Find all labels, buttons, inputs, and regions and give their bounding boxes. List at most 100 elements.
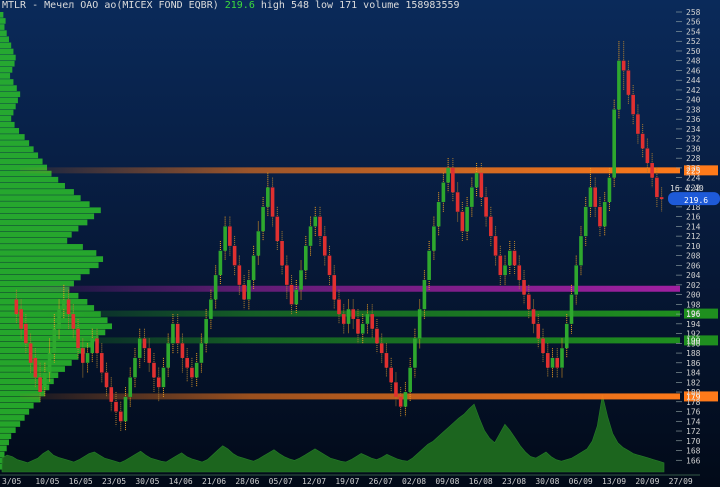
volume-profile-bar [0, 176, 59, 183]
candle-body [242, 284, 246, 300]
volume-profile-bar [0, 12, 4, 18]
candle-body [655, 177, 659, 198]
y-tick-label: 178 [686, 398, 701, 407]
volume-profile-bar [0, 182, 65, 189]
candle-body [294, 289, 299, 305]
volume-area [1, 394, 665, 473]
candle-body [194, 362, 199, 378]
y-tick-label: 194 [686, 320, 701, 329]
y-tick-label: 210 [686, 242, 701, 251]
candle-body [555, 357, 560, 368]
y-tick-label: 214 [686, 222, 701, 231]
candle-body [204, 318, 208, 344]
volume-profile-bar [0, 189, 74, 195]
volume-profile-bar [0, 66, 13, 73]
x-tick-label: 26/07 [369, 477, 393, 486]
y-tick-label: 196 [686, 310, 701, 319]
volume-profile-bar [0, 79, 14, 85]
candle-body [270, 187, 275, 217]
candle-body [427, 250, 431, 280]
candle-body [498, 255, 503, 276]
y-tick-label: 176 [686, 408, 701, 417]
candle-body [289, 284, 294, 305]
candle-body [261, 206, 265, 232]
candle-body [379, 343, 384, 354]
candle-body [583, 206, 588, 237]
volume-profile-bar [0, 292, 79, 299]
candle-body [432, 226, 436, 251]
volume-profile-bar [0, 48, 14, 55]
candle-body [52, 328, 57, 354]
candle-body [71, 314, 76, 329]
candle-body [237, 265, 242, 285]
candle-body [318, 216, 322, 237]
y-tick-label: 180 [686, 388, 701, 397]
last-price-label: 219.6 [684, 196, 708, 205]
candle-body [394, 382, 398, 397]
chart-window: 225 196 190 179 166 168 170 172 174 176 178 180 182 1… [0, 0, 720, 487]
candle-body [213, 275, 218, 300]
level-line [20, 167, 680, 174]
volume-profile-bar [0, 91, 21, 98]
volume-profile-bar [0, 195, 81, 201]
y-tick-label: 172 [686, 427, 701, 436]
volume-profile-bar [0, 73, 11, 79]
volume-profile-bar [0, 85, 17, 91]
x-tick-label: 06/09 [569, 477, 593, 486]
candle-body [370, 314, 375, 329]
volume-profile-bar [0, 109, 14, 116]
volume-profile-bar [0, 121, 15, 128]
volume-profile-bar [0, 244, 83, 250]
volume-profile-bar [0, 366, 65, 372]
y-tick-label: 192 [686, 330, 701, 339]
volume-profile-bar [0, 207, 101, 214]
candle-body [479, 172, 484, 198]
y-tick-label: 204 [686, 271, 701, 280]
candle-body [621, 60, 626, 71]
candle-body [24, 323, 28, 344]
candle-body [503, 265, 507, 276]
candle-body [109, 387, 114, 402]
candle-body [147, 348, 152, 363]
candle-body [455, 192, 460, 212]
y-tick-label: 236 [686, 115, 701, 124]
candle-body [161, 367, 166, 388]
candle-body [640, 133, 645, 149]
x-tick-label: 19/07 [335, 477, 359, 486]
candle-body [85, 353, 90, 363]
volume-profile-bar [0, 268, 90, 275]
candle-body [190, 367, 194, 378]
volume-profile-bar [0, 408, 30, 415]
candle-body [560, 348, 564, 368]
candle-body [574, 265, 579, 295]
volume-profile-bar [0, 305, 95, 311]
y-tick-label: 226 [686, 164, 701, 173]
ticker-label: MTLR [2, 0, 27, 11]
candle-body [465, 206, 469, 232]
candle-body [522, 279, 526, 295]
x-tick-label: 16/05 [69, 477, 93, 486]
volume-value: volume 158983559 [363, 0, 460, 11]
candle-body [436, 202, 441, 227]
x-tick-label: 23/08 [502, 477, 526, 486]
volume-profile-bar [0, 225, 79, 232]
x-tick-label: 13/09 [602, 477, 626, 486]
candle-body [526, 294, 531, 310]
candle-body [28, 343, 33, 363]
candle-body [133, 357, 137, 378]
y-tick-label: 182 [686, 378, 701, 387]
volume-profile-bar [0, 140, 30, 146]
y-tick-label: 206 [686, 261, 701, 270]
candle-body [43, 372, 47, 388]
candle-body [489, 216, 493, 237]
y-tick-label: 198 [686, 300, 701, 309]
candle-body [484, 197, 488, 217]
candle-body [128, 377, 133, 397]
candle-body [38, 377, 42, 393]
candle-body [612, 109, 616, 178]
volume-profile-bar [0, 103, 16, 110]
volume-profile-bar [0, 347, 86, 354]
candle-body [365, 314, 370, 324]
candle-body [256, 231, 261, 256]
candle-body [66, 299, 71, 315]
